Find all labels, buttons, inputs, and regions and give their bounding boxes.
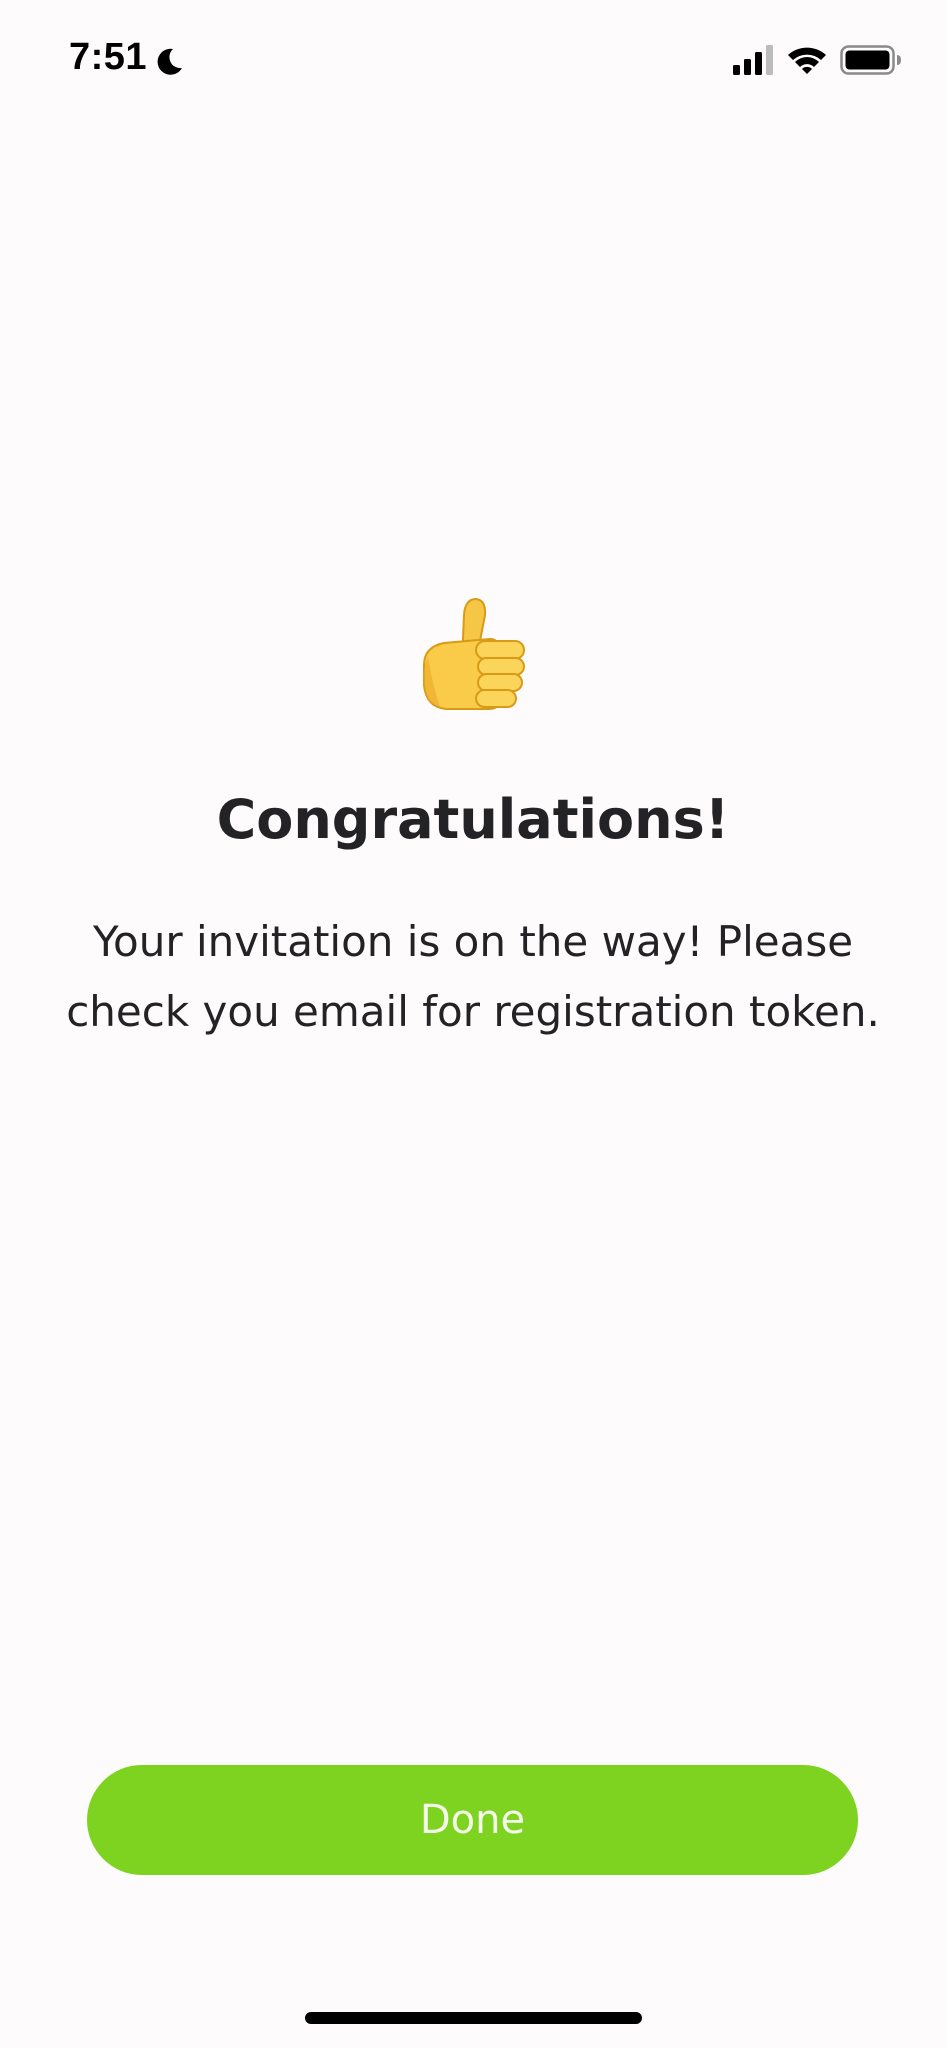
signal-icon	[733, 45, 773, 75]
moon-icon	[157, 48, 182, 75]
done-button[interactable]: Done	[87, 1765, 858, 1875]
status-time: 7:51	[69, 36, 148, 78]
home-indicator[interactable]	[305, 2012, 642, 2024]
confirmation-message: Your invitation is on the way! Please ch…	[66, 917, 880, 1036]
thumbs-up-icon	[423, 597, 525, 710]
wifi-icon	[788, 47, 826, 74]
page-title: Congratulations!	[216, 788, 730, 851]
battery-icon	[840, 45, 901, 75]
status-bar: 7:51	[0, 0, 946, 120]
